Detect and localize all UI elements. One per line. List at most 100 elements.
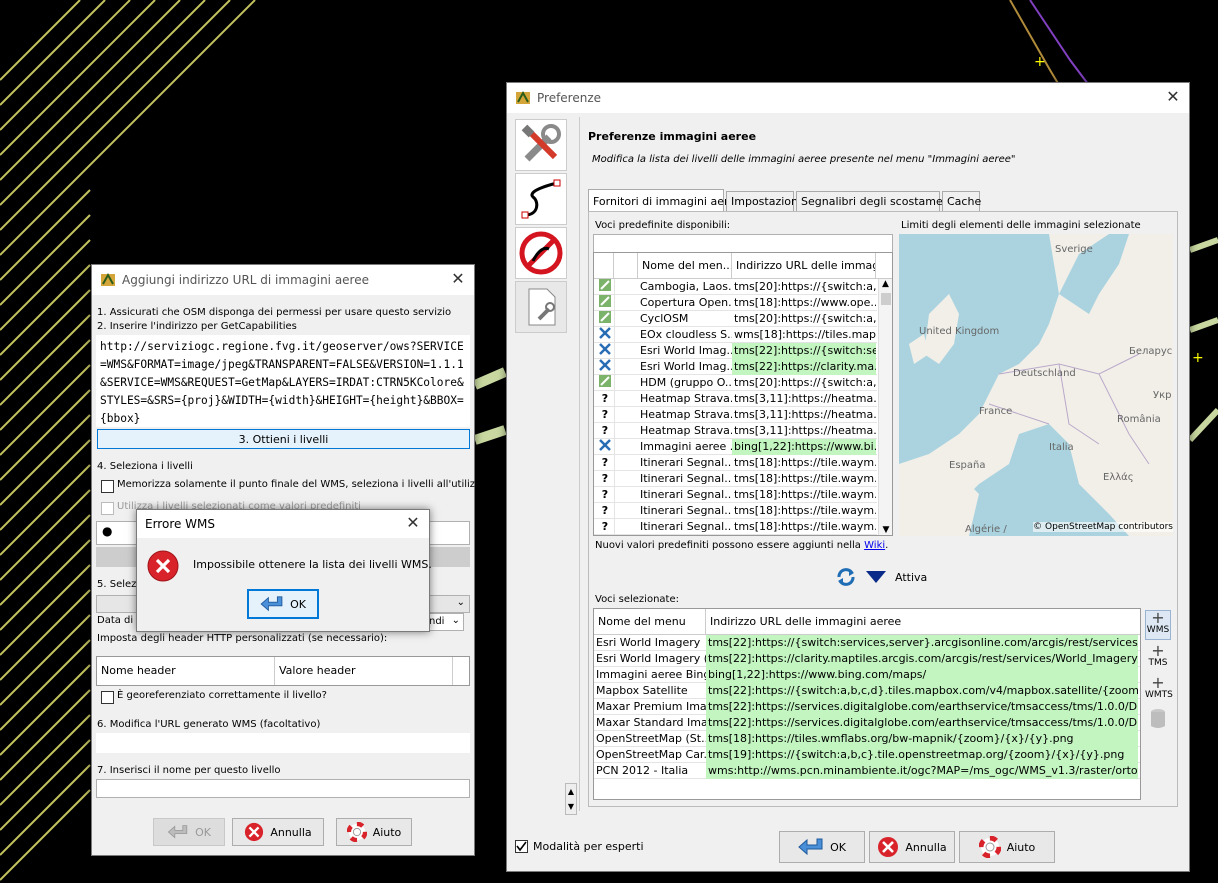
ok-button[interactable]: OK xyxy=(153,818,225,846)
expert-mode-checkbox[interactable] xyxy=(515,840,528,853)
row-name: Heatmap Strava... xyxy=(640,392,732,405)
layer-name-input[interactable] xyxy=(96,779,470,798)
selected-imagery-row[interactable]: Esri World Imagery (...tms[22]:https://c… xyxy=(594,651,1140,667)
row-name: Heatmap Strava... xyxy=(640,408,732,421)
selected-imagery-row[interactable]: Maxar Premium Ima... tms[22]:https://serv… xyxy=(594,699,1140,715)
default-imagery-row[interactable]: Esri World Imag... tms[22]:https://{switc… xyxy=(594,343,877,359)
arrow-down-icon[interactable] xyxy=(865,570,887,584)
selected-imagery-row[interactable]: Mapbox Satellite tms[22]:https://{switch:… xyxy=(594,683,1140,699)
cancel-icon xyxy=(245,822,264,842)
default-imagery-row[interactable]: ? Heatmap Strava... tms[3,11]:https://heat… xyxy=(594,391,877,407)
default-imagery-row[interactable]: ? Itinerari Segnal... tms[18]:https://tile… xyxy=(594,455,877,471)
add-wmts-button[interactable]: + WMTS xyxy=(1145,675,1173,706)
tab-offset-bookmarks[interactable]: Segnalibri degli scostamenti xyxy=(796,191,957,211)
sidebar-tab-imagery[interactable] xyxy=(515,227,567,279)
error-ok-button[interactable]: OK xyxy=(247,589,319,619)
headers-table[interactable]: Nome header Valore header xyxy=(96,656,470,686)
row-url: tms[22]:https://services.digitalglobe.co… xyxy=(706,699,1138,715)
map-label-uk: United Kingdom xyxy=(919,326,1000,337)
row-url: tms[18]:https://tile.waym... xyxy=(734,488,876,501)
unknown-type-icon: ? xyxy=(601,456,609,469)
default-imagery-row[interactable]: Esri World Imag... tms[22]:https://clarit… xyxy=(594,359,877,375)
ok-button[interactable]: OK xyxy=(779,831,865,863)
map-label-deutschland: Deutschland xyxy=(1013,368,1076,379)
trash-icon[interactable] xyxy=(1149,708,1167,730)
get-layers-button[interactable]: 3. Ottieni i livelli xyxy=(97,429,470,449)
close-icon[interactable]: ✕ xyxy=(1165,89,1181,105)
row-url: tms[22]:https://clarity.maptiles.arcgis.… xyxy=(706,651,1138,667)
wiki-link[interactable]: Wiki xyxy=(864,540,885,551)
add-wms-button[interactable]: + WMS xyxy=(1145,610,1171,640)
tools-icon xyxy=(521,124,561,162)
default-imagery-row[interactable]: ? Itinerari Segnal... tms[18]:https://tile… xyxy=(594,471,877,487)
bounds-map[interactable]: Sverige United Kingdom Беларусь Deutschl… xyxy=(899,234,1173,536)
expert-mode-label: Modalità per esperti xyxy=(533,840,644,853)
help-button[interactable]: Aiuto xyxy=(959,831,1055,863)
default-imagery-row[interactable]: ? Itinerari Segnal... tms[18]:https://tile… xyxy=(594,487,877,503)
no-entry-map-icon xyxy=(519,231,563,275)
cancel-button[interactable]: Annulla xyxy=(232,818,324,846)
lifebuoy-icon xyxy=(978,836,1001,858)
step1-label: 1. Assicurati che OSM disponga dei perme… xyxy=(97,307,452,318)
refresh-icon[interactable] xyxy=(835,566,857,588)
selected-table[interactable]: Nome del menu Indirizzo URL delle immagi… xyxy=(593,608,1141,800)
default-imagery-row[interactable]: ? Itinerari Segnal... tms[18]:https://tile… xyxy=(594,519,877,535)
default-imagery-row[interactable]: Copertura Open... tms[18]:https://www.ope… xyxy=(594,295,877,311)
defaults-table[interactable]: Nome del men... Indirizzo URL delle imma… xyxy=(593,252,893,536)
sel-col-url: Indirizzo URL delle immagini aeree xyxy=(710,615,902,628)
add-tms-button[interactable]: + TMS xyxy=(1145,643,1171,674)
row-url: tms[3,11]:https://heatma... xyxy=(734,408,876,421)
selected-imagery-row[interactable]: OpenStreetMap Car... tms[19]:https://{swi… xyxy=(594,747,1140,763)
generated-url-field[interactable] xyxy=(96,733,470,753)
row-url: bing[1,22]:https://www.bing.com/maps/ xyxy=(706,667,1138,683)
selected-imagery-row[interactable]: OpenStreetMap (St... tms[18]:https://tile… xyxy=(594,731,1140,747)
sidebar-scroll[interactable]: ▲ ▼ xyxy=(565,783,577,815)
unknown-type-icon: ? xyxy=(601,504,609,517)
tab-imagery-providers[interactable]: Fornitori di immagini aeree xyxy=(588,189,742,211)
draw-path-icon xyxy=(521,179,561,219)
available-label: Voci predefinite disponibili: xyxy=(595,220,731,231)
page-title: Preferenze immagini aeree xyxy=(588,130,757,143)
headers-label: Imposta degli header HTTP personalizzati… xyxy=(97,633,388,644)
default-imagery-row[interactable]: HDM (gruppo O... tms[20]:https://{switch:… xyxy=(594,375,877,391)
selected-imagery-row[interactable]: Esri World Imagery tms[22]:https://{switc… xyxy=(594,635,1140,651)
map-label-france: France xyxy=(979,406,1013,417)
map-layer-icon xyxy=(594,311,614,327)
defaults-table-header: Nome del men... Indirizzo URL delle imma… xyxy=(594,253,892,279)
satellite-icon xyxy=(594,343,614,359)
sidebar-tab-general[interactable] xyxy=(515,119,567,171)
tab-cache[interactable]: Cache xyxy=(942,191,981,211)
close-icon[interactable]: ✕ xyxy=(405,515,421,531)
default-imagery-row[interactable]: ? Itinerari Segnal... tms[18]:https://tile… xyxy=(594,503,877,519)
cancel-button[interactable]: Annulla xyxy=(869,831,955,863)
getcapabilities-url-textarea[interactable]: http://serviziogc.regione.fvg.it/geoserv… xyxy=(96,335,470,427)
filter-input[interactable] xyxy=(593,234,893,254)
close-icon[interactable]: ✕ xyxy=(450,271,466,287)
row-name: Itinerari Segnal... xyxy=(640,488,732,501)
tab-settings[interactable]: Impostazioni xyxy=(726,191,801,211)
row-name: Maxar Premium Ima... xyxy=(596,700,706,713)
lifebuoy-icon xyxy=(346,822,367,842)
help-button[interactable]: Aiuto xyxy=(336,818,412,846)
selected-imagery-row[interactable]: Immagini aeree Bing bing[1,22]:https://ww… xyxy=(594,667,1140,683)
georef-checkbox[interactable] xyxy=(101,691,114,704)
selected-imagery-row[interactable]: Maxar Standard Ima...tms[22]:https://ser… xyxy=(594,715,1140,731)
defaults-scrollbar[interactable]: ▲ ▼ xyxy=(878,279,892,535)
svg-text:+: + xyxy=(1192,350,1204,366)
default-imagery-row[interactable]: CyclOSM tms[20]:https://{switch:a,... xyxy=(594,311,877,327)
default-imagery-row[interactable]: Cambogia, Laos... tms[20]:https://{switch… xyxy=(594,279,877,295)
default-imagery-row[interactable]: Immagini aeree ... bing[1,22]:https://www… xyxy=(594,439,877,455)
selected-imagery-row[interactable]: PCN 2012 - Italia wms:http://wms.pcn.mina… xyxy=(594,763,1140,779)
store-endpoint-checkbox[interactable] xyxy=(101,480,114,493)
add-imagery-title: Aggiungi indirizzo URL di immagini aeree xyxy=(122,273,369,287)
step7-label: 7. Inserisci il nome per questo livello xyxy=(97,765,281,776)
sidebar-tab-drawing[interactable] xyxy=(515,173,567,225)
default-imagery-row[interactable]: ? Heatmap Strava... tms[3,11]:https://heat… xyxy=(594,407,877,423)
preferences-title: Preferenze xyxy=(537,91,602,105)
activate-label[interactable]: Attiva xyxy=(895,571,927,584)
sidebar-tab-advanced[interactable] xyxy=(515,281,567,333)
row-url: tms[20]:https://{switch:a,... xyxy=(734,376,876,389)
default-imagery-row[interactable]: ? Heatmap Strava... tms[3,11]:https://heat… xyxy=(594,423,877,439)
default-imagery-row[interactable]: EOx cloudless S... wms[18]:https://tiles.… xyxy=(594,327,877,343)
row-url: tms[22]:https://{switch:services,server}… xyxy=(706,635,1138,651)
